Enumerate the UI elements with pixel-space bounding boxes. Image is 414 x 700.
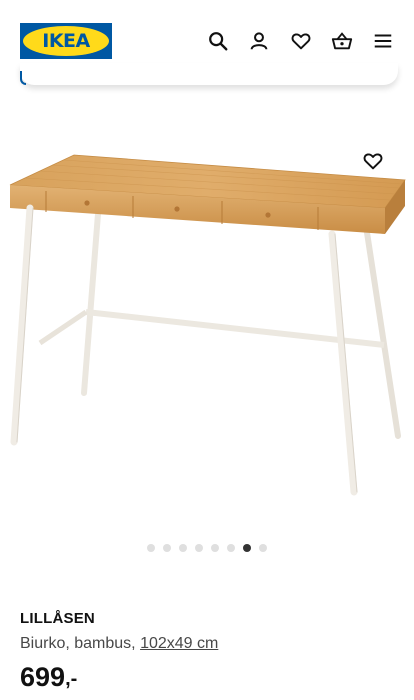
menu-icon[interactable] — [371, 29, 395, 53]
product-name[interactable]: LILLÅSEN — [20, 610, 95, 627]
carousel-dot[interactable] — [243, 544, 251, 552]
carousel-dot[interactable] — [227, 544, 235, 552]
logo-oval: IKEA — [23, 26, 109, 56]
product-price: 699 ,- — [20, 662, 77, 693]
carousel-dot[interactable] — [179, 544, 187, 552]
add-to-favourites-icon[interactable] — [360, 148, 386, 174]
product-image[interactable] — [0, 100, 414, 530]
strip-corner-mark — [20, 71, 26, 85]
carousel-dot[interactable] — [163, 544, 171, 552]
search-icon[interactable] — [206, 29, 230, 53]
product-type: Biurko, bambus, — [20, 635, 141, 652]
carousel-dot[interactable] — [259, 544, 267, 552]
logo-text: IKEA — [42, 30, 90, 52]
price-suffix: ,- — [65, 668, 78, 690]
carousel-dot[interactable] — [195, 544, 203, 552]
basket-icon[interactable] — [330, 29, 354, 53]
product-dimensions-link[interactable]: 102x49 cm — [140, 635, 218, 652]
image-carousel-dots — [0, 544, 414, 554]
carousel-dot[interactable] — [211, 544, 219, 552]
price-integer: 699 — [20, 662, 66, 692]
user-icon[interactable] — [247, 29, 271, 53]
collapsed-nav-strip — [20, 63, 398, 85]
heart-icon[interactable] — [289, 29, 313, 53]
product-description: Biurko, bambus, 102x49 cm — [20, 635, 218, 653]
carousel-dot[interactable] — [147, 544, 155, 552]
ikea-logo[interactable]: IKEA — [20, 23, 112, 59]
